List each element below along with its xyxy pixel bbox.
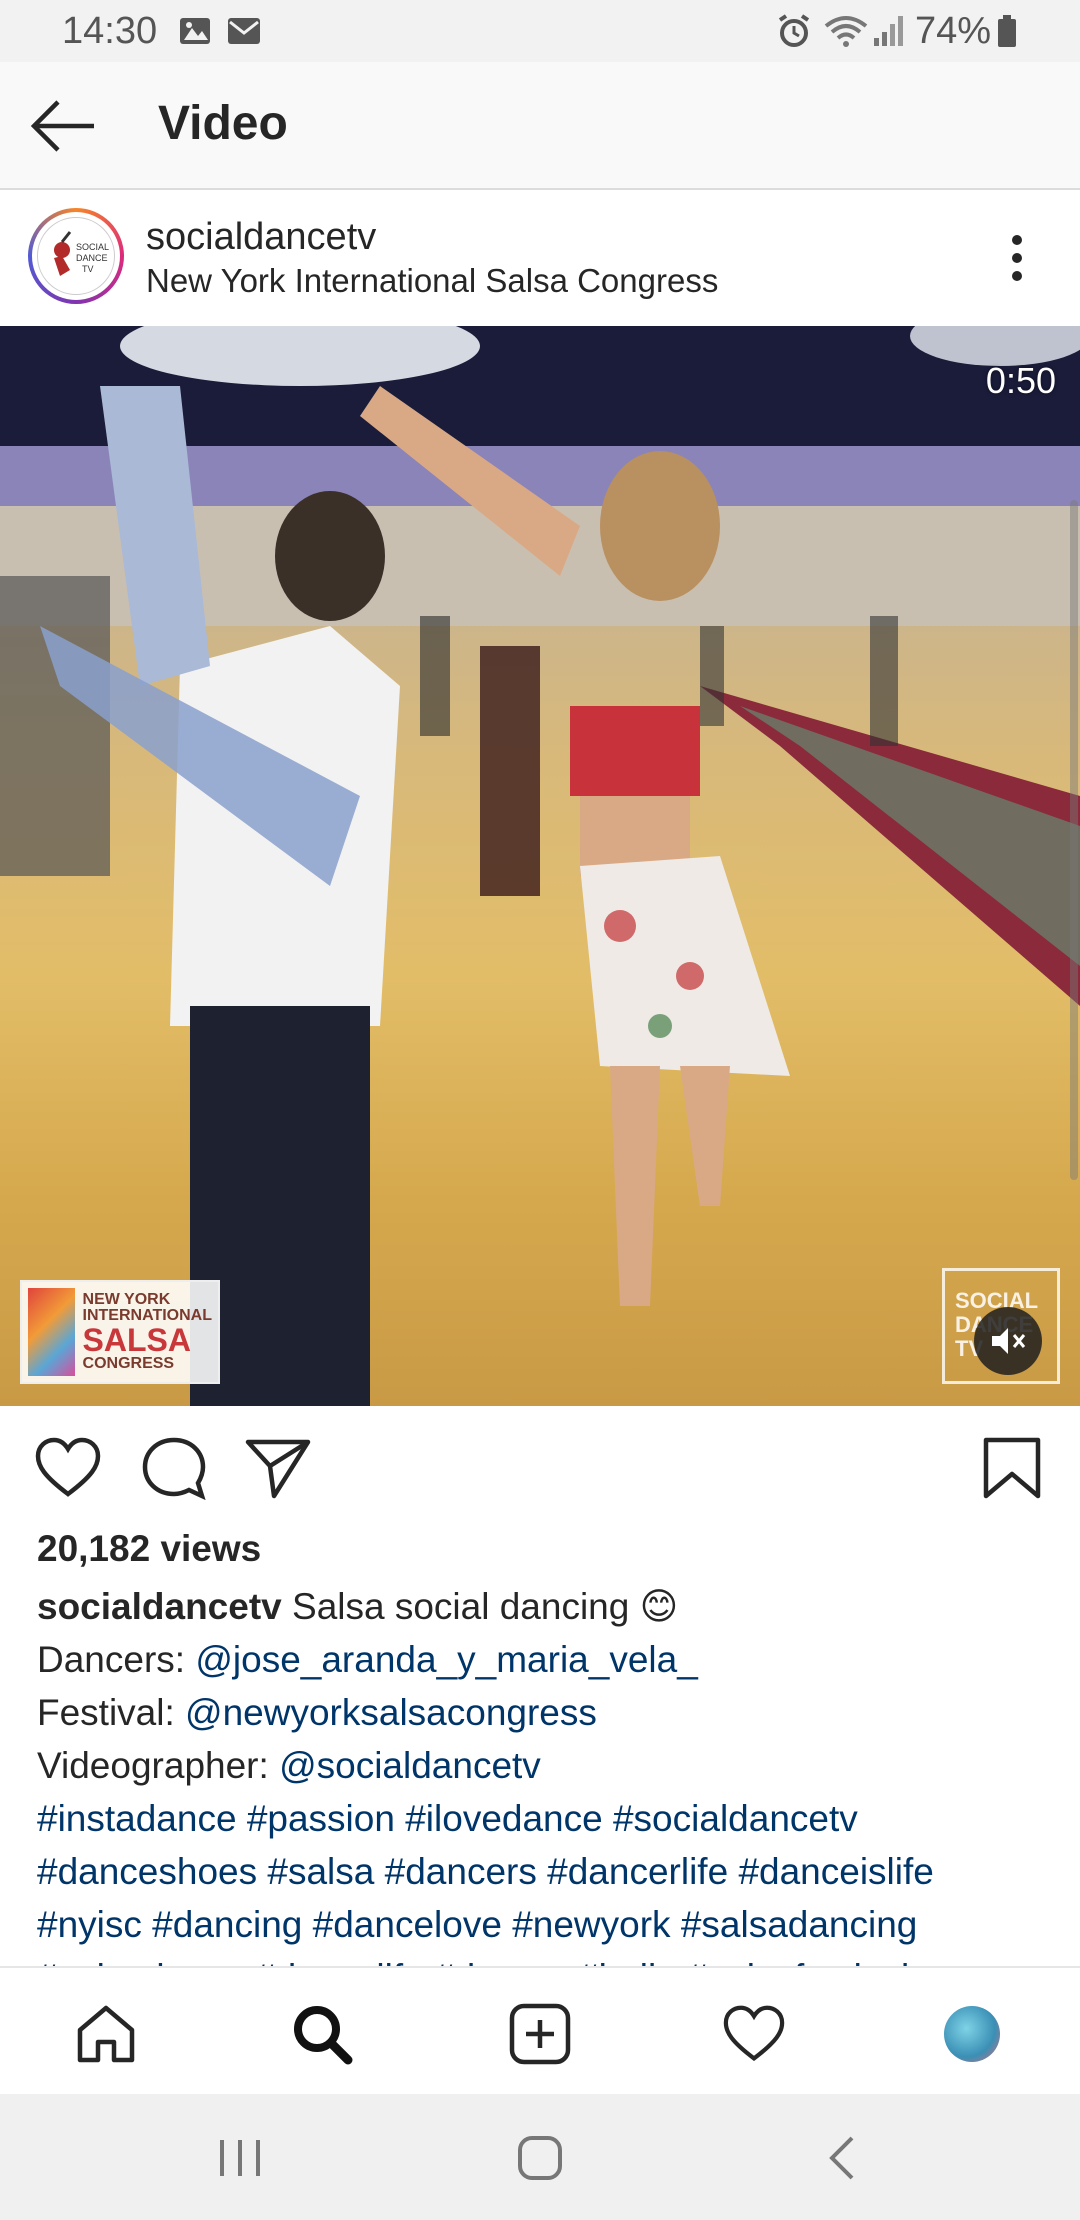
svg-text:TV: TV: [82, 264, 94, 274]
page-title: Video: [158, 97, 288, 150]
hashtag-link[interactable]: #dancerlife: [547, 1851, 728, 1892]
hashtag-link[interactable]: #salsadancing: [681, 1904, 918, 1945]
mail-icon: [228, 18, 260, 44]
hashtag-link[interactable]: #salsadance: [37, 1957, 245, 1966]
hashtag-link[interactable]: #danceislife: [738, 1851, 933, 1892]
hashtag-link[interactable]: #baile: [578, 1957, 677, 1966]
hashtag-link[interactable]: #dancelife: [255, 1957, 424, 1966]
bottom-nav: [0, 1966, 1080, 2094]
profile-avatar: [944, 2006, 1000, 2062]
watermark-line: CONGRESS: [82, 1355, 175, 1372]
avatar[interactable]: SOCIAL DANCE TV: [28, 208, 124, 304]
view-count: 20,182 views: [37, 1528, 262, 1569]
festival-label: Festival:: [37, 1692, 186, 1733]
watermark-line: SALSA: [82, 1322, 191, 1358]
video-frame: [0, 326, 1080, 1406]
salsa-congress-watermark: NEW YORK INTERNATIONAL SALSA CONGRESS: [20, 1280, 220, 1384]
dancers-label: Dancers:: [37, 1639, 196, 1680]
hashtag-link[interactable]: #ilovedance: [405, 1798, 602, 1839]
post-header: SOCIAL DANCE TV socialdancetv New York I…: [0, 190, 1080, 326]
add-post-icon: [509, 2003, 571, 2065]
video-timer: 0:50: [985, 360, 1056, 401]
watermark-text: NEW YORK INTERNATIONAL SALSA CONGRESS: [83, 1292, 212, 1372]
nav-activity[interactable]: [718, 1998, 790, 2070]
home-button-icon[interactable]: [510, 2130, 570, 2186]
bookmark-icon[interactable]: [978, 1436, 1046, 1500]
app-bar: Video: [0, 62, 1080, 190]
hashtag-line: #salsadance #dancelife #dancer #baile #s…: [37, 1951, 1057, 1966]
status-time: 14:30: [62, 10, 158, 52]
caption-line: Festival: @newyorksalsacongress: [37, 1686, 1057, 1739]
caption-line: socialdancetv Salsa social dancing 😊: [37, 1580, 1057, 1633]
heart-icon[interactable]: [34, 1436, 102, 1500]
wifi-icon: [824, 16, 868, 47]
battery-icon: [998, 15, 1016, 47]
hashtag-link[interactable]: #passion: [247, 1798, 395, 1839]
post-location[interactable]: New York International Salsa Congress: [146, 262, 718, 300]
hashtag-link[interactable]: #newyork: [512, 1904, 670, 1945]
back-button-icon[interactable]: [814, 2130, 874, 2186]
volume-muted-icon: [992, 1328, 1026, 1354]
more-vertical-icon[interactable]: [995, 230, 1039, 286]
social-dance-tv-logo-icon: SOCIAL DANCE TV: [54, 231, 109, 276]
hashtag-link[interactable]: #dancing: [152, 1904, 302, 1945]
caption-line: Videographer: @socialdancetv: [37, 1739, 1057, 1792]
hashtag-link[interactable]: #instadance: [37, 1798, 237, 1839]
videographer-mention-link[interactable]: @socialdancetv: [279, 1745, 541, 1786]
post-username[interactable]: socialdancetv: [146, 216, 376, 259]
svg-text:SOCIAL: SOCIAL: [76, 242, 109, 252]
video-player[interactable]: 0:50 NEW YORK INTERNATIONAL SALSA CONGRE…: [0, 326, 1080, 1406]
hashtag-link[interactable]: #dancelove: [313, 1904, 502, 1945]
watermark-line: NEW YORK: [82, 1291, 171, 1308]
nav-home[interactable]: [70, 1998, 142, 2070]
alarm-icon: [778, 14, 810, 47]
hashtag-line: #nyisc #dancing #dancelove #newyork #sal…: [37, 1898, 1057, 1951]
system-nav-bar: [0, 2094, 1080, 2220]
search-icon: [294, 2006, 353, 2065]
hashtag-line: #danceshoes #salsa #dancers #dancerlife …: [37, 1845, 1057, 1898]
signal-icon: [874, 16, 903, 46]
avatar-logo: SOCIAL DANCE TV: [37, 217, 115, 295]
hashtag-line: #instadance #passion #ilovedance #social…: [37, 1792, 1057, 1845]
hashtag-link[interactable]: #socialdancetv: [613, 1798, 858, 1839]
battery-percent: 74%: [915, 10, 992, 52]
scrollbar[interactable]: [1070, 500, 1078, 1180]
comment-icon[interactable]: [140, 1436, 208, 1500]
hashtag-link[interactable]: #nyisc: [37, 1904, 142, 1945]
home-icon: [77, 2005, 135, 2063]
hashtag-link[interactable]: #salsa: [267, 1851, 374, 1892]
activity-heart-icon: [723, 2005, 785, 2062]
send-icon[interactable]: [244, 1436, 312, 1500]
svg-text:DANCE: DANCE: [76, 253, 108, 263]
caption-line: Dancers: @jose_aranda_y_maria_vela_: [37, 1633, 1057, 1686]
post-caption: socialdancetv Salsa social dancing 😊 Dan…: [37, 1580, 1057, 1966]
mute-button[interactable]: [974, 1307, 1042, 1375]
festival-mention-link[interactable]: @newyorksalsacongress: [185, 1692, 597, 1733]
nav-search[interactable]: [286, 1998, 358, 2070]
status-bar: 14:30 74%: [0, 0, 1080, 62]
nav-add-post[interactable]: [504, 1998, 576, 2070]
nav-profile[interactable]: [936, 1998, 1008, 2070]
dancers-mention-link[interactable]: @jose_aranda_y_maria_vela_: [195, 1639, 697, 1680]
hashtag-link[interactable]: #dancers: [385, 1851, 537, 1892]
post-actions: [0, 1406, 1080, 1526]
watermark-art: [28, 1288, 75, 1376]
caption-text: Salsa social dancing 😊: [281, 1586, 679, 1627]
arrow-left-icon[interactable]: [28, 96, 98, 156]
hashtag-link[interactable]: #dancer: [434, 1957, 568, 1966]
videographer-label: Videographer:: [37, 1745, 280, 1786]
hashtag-link[interactable]: #salsafestival: [687, 1957, 909, 1966]
hashtag-link[interactable]: #danceshoes: [37, 1851, 257, 1892]
gallery-icon: [180, 18, 210, 44]
recent-apps-icon[interactable]: [210, 2130, 270, 2186]
caption-username[interactable]: socialdancetv: [37, 1586, 282, 1627]
